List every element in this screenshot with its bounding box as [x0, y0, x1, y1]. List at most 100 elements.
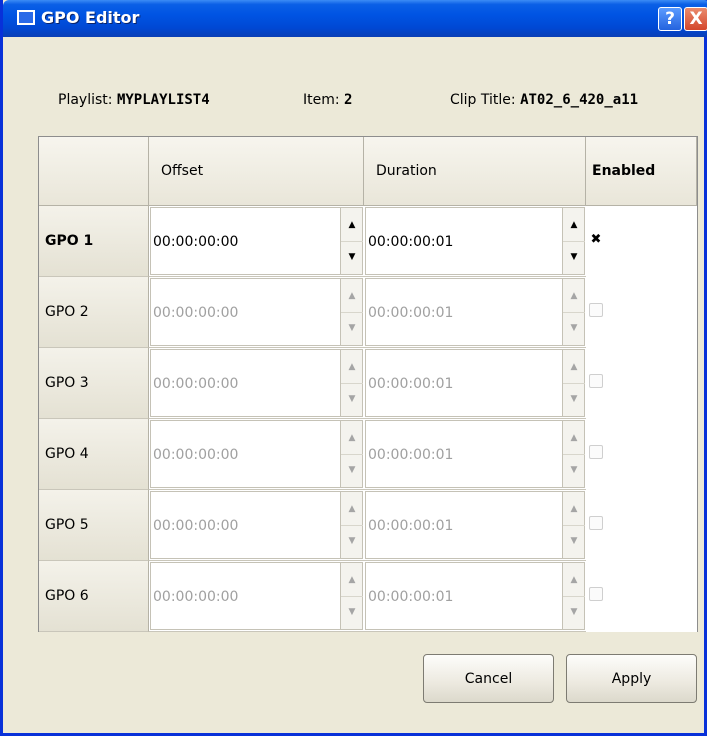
spin-down-icon[interactable]: ▼	[563, 311, 585, 345]
gpo-1-duration-spinbox[interactable]: 00:00:00:01 ▲ ▼	[365, 207, 585, 275]
column-header-duration[interactable]: Duration	[364, 137, 586, 206]
duration-value[interactable]: 00:00:00:01	[368, 305, 453, 321]
row-header-gpo-1[interactable]: GPO 1	[39, 206, 149, 277]
offset-header-label: Offset	[161, 163, 204, 179]
enabled-cell	[586, 277, 697, 348]
gpo-1-offset-spinbox[interactable]: 00:00:00:00 ▲ ▼	[150, 207, 363, 275]
spin-down-icon[interactable]: ▼	[563, 382, 585, 416]
spin-up-icon[interactable]: ▲	[341, 350, 363, 384]
row-header-gpo-6[interactable]: GPO 6	[39, 561, 149, 632]
gpo-3-offset-spinbox[interactable]: 00:00:00:00 ▲ ▼	[150, 349, 363, 417]
gpo-4-offset-spinbox[interactable]: 00:00:00:00 ▲ ▼	[150, 420, 363, 488]
spin-up-icon[interactable]: ▲	[563, 350, 585, 384]
gpo-2-enabled-checkbox[interactable]	[589, 303, 603, 317]
cancel-button[interactable]: Cancel	[423, 654, 554, 703]
spin-up-icon[interactable]: ▲	[341, 279, 363, 313]
spin-down-icon[interactable]: ▼	[341, 311, 363, 345]
gpo-3-enabled-checkbox[interactable]	[589, 374, 603, 388]
spin-up-icon[interactable]: ▲	[341, 421, 363, 455]
gpo-5-offset-spinbox[interactable]: 00:00:00:00 ▲ ▼	[150, 491, 363, 559]
item-label: Item:	[303, 92, 340, 108]
gpo-4-duration-spinbox[interactable]: 00:00:00:01 ▲ ▼	[365, 420, 585, 488]
playlist-value: MYPLAYLIST4	[116, 92, 210, 108]
row-header-label: GPO 2	[45, 304, 89, 320]
spin-buttons: ▲ ▼	[562, 279, 585, 345]
spin-down-icon[interactable]: ▼	[341, 382, 363, 416]
apply-button-label: Apply	[611, 670, 652, 687]
enabled-cell	[586, 490, 697, 561]
window-title: GPO Editor	[41, 8, 140, 27]
spin-up-icon[interactable]: ▲	[341, 492, 363, 526]
spin-buttons: ▲ ▼	[562, 350, 585, 416]
spin-up-icon[interactable]: ▲	[341, 563, 363, 597]
gpo-3-duration-spinbox[interactable]: 00:00:00:01 ▲ ▼	[365, 349, 585, 417]
spin-down-icon[interactable]: ▼	[563, 453, 585, 487]
row-header-gpo-5[interactable]: GPO 5	[39, 490, 149, 561]
spin-down-icon[interactable]: ▼	[563, 240, 585, 274]
gpo-6-duration-spinbox[interactable]: 00:00:00:01 ▲ ▼	[365, 562, 585, 630]
apply-button[interactable]: Apply	[566, 654, 697, 703]
duration-value[interactable]: 00:00:00:01	[368, 376, 453, 392]
enabled-cell	[586, 419, 697, 490]
spin-down-icon[interactable]: ▼	[341, 453, 363, 487]
gpo-1-enabled-checkbox[interactable]: ✖	[589, 232, 603, 246]
duration-cell: 00:00:00:01 ▲ ▼	[364, 206, 586, 277]
row-header-gpo-4[interactable]: GPO 4	[39, 419, 149, 490]
row-header-gpo-2[interactable]: GPO 2	[39, 277, 149, 348]
close-button[interactable]: X	[684, 7, 707, 31]
offset-value[interactable]: 00:00:00:00	[153, 518, 238, 534]
duration-header-label: Duration	[376, 163, 437, 179]
gpo-2-offset-spinbox[interactable]: 00:00:00:00 ▲ ▼	[150, 278, 363, 346]
spin-down-icon[interactable]: ▼	[563, 524, 585, 558]
spin-up-icon[interactable]: ▲	[563, 421, 585, 455]
spin-buttons: ▲ ▼	[340, 563, 363, 629]
gpo-6-enabled-checkbox[interactable]	[589, 587, 603, 601]
column-header-offset[interactable]: Offset	[149, 137, 364, 206]
offset-cell: 00:00:00:00 ▲ ▼	[149, 419, 364, 490]
spin-down-icon[interactable]: ▼	[341, 595, 363, 629]
gpo-6-offset-spinbox[interactable]: 00:00:00:00 ▲ ▼	[150, 562, 363, 630]
spin-up-icon[interactable]: ▲	[341, 208, 363, 242]
duration-cell: 00:00:00:01 ▲ ▼	[364, 561, 586, 632]
spin-up-icon[interactable]: ▲	[563, 492, 585, 526]
spin-down-icon[interactable]: ▼	[341, 240, 363, 274]
offset-value[interactable]: 00:00:00:00	[153, 589, 238, 605]
spin-up-icon[interactable]: ▲	[563, 279, 585, 313]
title-bar: GPO Editor ? X	[3, 0, 707, 37]
help-button[interactable]: ?	[658, 7, 682, 31]
gpo-grid: Offset Duration Enabled GPO 1 00:00:00:00…	[38, 136, 698, 632]
duration-value[interactable]: 00:00:00:01	[368, 518, 453, 534]
clip-title-label: Clip Title:	[450, 92, 516, 108]
duration-value[interactable]: 00:00:00:01	[368, 234, 453, 250]
gpo-5-enabled-checkbox[interactable]	[589, 516, 603, 530]
spin-buttons: ▲ ▼	[562, 208, 585, 274]
spin-up-icon[interactable]: ▲	[563, 563, 585, 597]
checkmark-x-icon: ✖	[590, 231, 602, 247]
window-icon	[17, 10, 35, 25]
offset-value[interactable]: 00:00:00:00	[153, 447, 238, 463]
duration-value[interactable]: 00:00:00:01	[368, 589, 453, 605]
duration-cell: 00:00:00:01 ▲ ▼	[364, 490, 586, 561]
spin-up-icon[interactable]: ▲	[563, 208, 585, 242]
offset-cell: 00:00:00:00 ▲ ▼	[149, 348, 364, 419]
gpo-2-duration-spinbox[interactable]: 00:00:00:01 ▲ ▼	[365, 278, 585, 346]
offset-value[interactable]: 00:00:00:00	[153, 376, 238, 392]
spin-down-icon[interactable]: ▼	[563, 595, 585, 629]
close-icon: X	[689, 9, 703, 29]
spin-buttons: ▲ ▼	[562, 421, 585, 487]
duration-value[interactable]: 00:00:00:01	[368, 447, 453, 463]
spin-down-icon[interactable]: ▼	[341, 524, 363, 558]
spin-buttons: ▲ ▼	[562, 563, 585, 629]
row-header-gpo-3[interactable]: GPO 3	[39, 348, 149, 419]
enabled-cell: ✖	[586, 206, 697, 277]
offset-value[interactable]: 00:00:00:00	[153, 234, 238, 250]
gpo-4-enabled-checkbox[interactable]	[589, 445, 603, 459]
column-header-enabled[interactable]: Enabled	[586, 137, 697, 206]
playlist-info: Playlist: MYPLAYLIST4	[58, 92, 210, 108]
row-header-label: GPO 6	[45, 588, 89, 604]
clip-title-info: Clip Title: AT02_6_420_a11	[450, 92, 638, 108]
offset-value[interactable]: 00:00:00:00	[153, 305, 238, 321]
gpo-editor-window: GPO Editor ? X Playlist: MYPLAYLIST4 Ite…	[0, 0, 707, 736]
duration-cell: 00:00:00:01 ▲ ▼	[364, 348, 586, 419]
gpo-5-duration-spinbox[interactable]: 00:00:00:01 ▲ ▼	[365, 491, 585, 559]
